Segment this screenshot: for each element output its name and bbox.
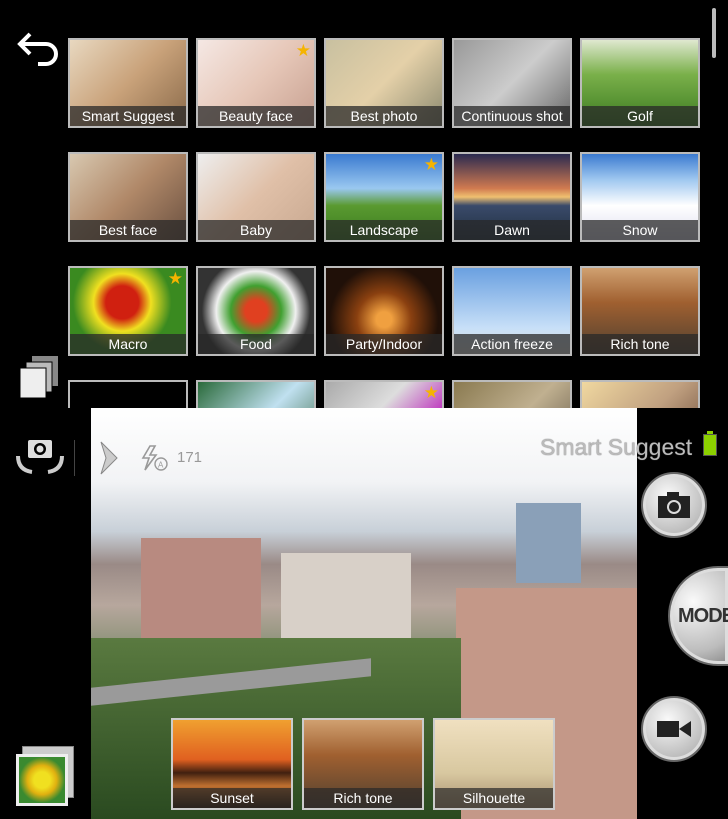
battery-icon	[703, 431, 717, 456]
gallery-thumbnail[interactable]	[14, 746, 76, 808]
suggested-mode-tile[interactable]: Rich tone	[302, 718, 424, 810]
mode-tile-label: Macro	[70, 334, 186, 354]
suggested-mode-label: Silhouette	[435, 788, 553, 808]
flower-thumbnail-image	[16, 754, 68, 806]
mode-tile[interactable]: Dawn	[452, 152, 572, 242]
mode-tile[interactable]: ★ Beauty face	[196, 38, 316, 128]
preview-building	[281, 553, 411, 643]
current-mode-label: Smart Suggest	[540, 434, 693, 460]
mode-tile[interactable]: Continuous shot	[452, 38, 572, 128]
mode-tile[interactable]: Best photo	[324, 38, 444, 128]
suggested-mode-label: Rich tone	[304, 788, 422, 808]
mode-grid: Smart Suggest ★ Beauty face Best photo Conti…	[0, 0, 728, 408]
mode-tile[interactable]	[196, 380, 316, 408]
mode-tile[interactable]: Party/Indoor	[324, 266, 444, 356]
mode-tile-label: Smart Suggest	[70, 106, 186, 126]
favorite-star-icon: ★	[423, 383, 439, 402]
camera-icon	[658, 492, 690, 518]
mode-tile-label: Landscape	[326, 220, 442, 240]
suggested-mode-tile[interactable]: Sunset	[171, 718, 293, 810]
mode-tile[interactable]: Rich tone	[580, 266, 700, 356]
scrollbar[interactable]	[712, 8, 716, 58]
favorite-star-icon: ★	[295, 41, 311, 60]
mode-tile-label: Rich tone	[582, 334, 698, 354]
mode-tile-label: Golf	[582, 106, 698, 126]
switch-camera-icon	[16, 440, 64, 474]
mode-tile[interactable]: Golf	[580, 38, 700, 128]
flash-auto-icon[interactable]: A	[140, 444, 170, 472]
mode-tile-label: Continuous shot	[454, 106, 570, 126]
mode-tile[interactable]	[580, 380, 700, 408]
preview-building	[141, 538, 261, 648]
switch-view-button[interactable]	[18, 354, 62, 400]
favorite-star-icon: ★	[167, 269, 183, 288]
mode-tile-label: Food	[198, 334, 314, 354]
divider	[74, 440, 75, 476]
shots-remaining: 171	[177, 449, 203, 466]
mode-tile[interactable]: ★ Landscape	[324, 152, 444, 242]
settings-expand-button[interactable]	[98, 440, 120, 476]
mode-label: MODE	[678, 604, 728, 627]
chevron-right-icon	[100, 441, 118, 475]
mode-tile-label: Best face	[70, 220, 186, 240]
suggested-mode-tile[interactable]: Silhouette	[433, 718, 555, 810]
shutter-button[interactable]	[641, 472, 707, 538]
video-camera-icon	[657, 721, 691, 737]
mode-tile[interactable]: Snow	[580, 152, 700, 242]
mode-tile-label: Snow	[582, 220, 698, 240]
record-video-button[interactable]	[641, 696, 707, 762]
mode-tile-label: Action freeze	[454, 334, 570, 354]
mode-tile[interactable]: ★	[324, 380, 444, 408]
favorite-star-icon: ★	[423, 155, 439, 174]
stacked-windows-icon	[19, 356, 58, 399]
suggested-mode-label: Sunset	[173, 788, 291, 808]
mode-tile[interactable]: Baby	[196, 152, 316, 242]
mode-tile-label: Dawn	[454, 220, 570, 240]
mode-button[interactable]: MODE	[668, 566, 728, 666]
switch-camera-button[interactable]	[12, 434, 68, 478]
mode-tile-label: Party/Indoor	[326, 334, 442, 354]
mode-tile-label: Baby	[198, 220, 314, 240]
mode-tile[interactable]	[68, 380, 188, 408]
mode-tile[interactable]	[452, 380, 572, 408]
mode-tile[interactable]: ★ Macro	[68, 266, 188, 356]
mode-tile[interactable]: Smart Suggest	[68, 38, 188, 128]
mode-tile-label: Best photo	[326, 106, 442, 126]
preview-building	[516, 503, 581, 583]
mode-tile[interactable]: Food	[196, 266, 316, 356]
svg-text:A: A	[158, 461, 164, 470]
mode-tile[interactable]: Action freeze	[452, 266, 572, 356]
mode-tile-label: Beauty face	[198, 106, 314, 126]
mode-tile[interactable]: Best face	[68, 152, 188, 242]
